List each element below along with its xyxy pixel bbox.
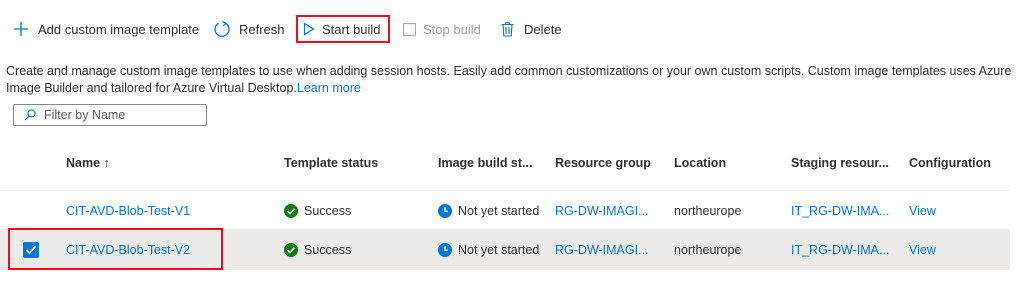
view-configuration-link[interactable]: View	[909, 191, 936, 231]
stop-build-label: Stop build	[423, 21, 481, 37]
column-header-image-build-status[interactable]: Image build st...	[438, 156, 532, 176]
template-status-text: Success	[304, 243, 352, 257]
column-header-name[interactable]: Name ↑	[66, 156, 110, 176]
image-build-status-cell: Not yet started	[438, 191, 539, 231]
refresh-icon	[213, 20, 231, 38]
add-custom-image-template-label: Add custom image template	[38, 21, 200, 37]
refresh-label: Refresh	[239, 21, 285, 37]
delete-label: Delete	[524, 21, 562, 37]
add-custom-image-template-button[interactable]: Add custom image template	[13, 16, 199, 42]
column-header-resource-group[interactable]: Resource group	[555, 156, 651, 176]
selected-row-highlight	[8, 228, 223, 270]
success-check-icon	[284, 204, 298, 218]
resource-group-link[interactable]: RG-DW-IMAGI...	[555, 191, 649, 231]
location-cell: northeurope	[674, 243, 742, 257]
page-description: Create and manage custom image templates…	[6, 63, 1016, 97]
staging-resource-link[interactable]: IT_RG-DW-IMA...	[791, 191, 889, 231]
description-text: Create and manage custom image templates…	[6, 64, 1012, 95]
delete-button[interactable]: Delete	[501, 16, 562, 42]
column-header-location[interactable]: Location	[674, 156, 726, 176]
table-row[interactable]: CIT-AVD-Blob-Test-V1 Success Not yet sta…	[0, 190, 1010, 230]
image-build-status-cell: Not yet started	[438, 230, 539, 270]
learn-more-link[interactable]: Learn more	[297, 81, 361, 95]
plus-icon	[13, 21, 29, 37]
template-status-cell: Success	[284, 230, 351, 270]
view-configuration-link[interactable]: View	[909, 230, 936, 270]
filter-box	[13, 104, 207, 126]
template-name-link[interactable]: CIT-AVD-Blob-Test-V1	[66, 191, 190, 231]
image-build-status-text: Not yet started	[458, 243, 540, 257]
start-build-highlight	[296, 15, 390, 43]
trash-icon	[501, 21, 514, 37]
success-check-icon	[284, 243, 298, 257]
refresh-button[interactable]: Refresh	[213, 16, 285, 42]
clock-icon	[438, 204, 452, 218]
filter-by-name-input[interactable]	[44, 108, 204, 122]
resource-group-link[interactable]: RG-DW-IMAGI...	[555, 230, 649, 270]
column-header-staging-resource[interactable]: Staging resour...	[791, 156, 889, 176]
template-status-text: Success	[304, 204, 352, 218]
template-status-cell: Success	[284, 191, 351, 231]
stop-icon	[403, 22, 416, 36]
location-cell: northeurope	[674, 204, 742, 218]
command-bar: Add custom image template Refresh Start …	[0, 16, 1024, 42]
staging-resource-link[interactable]: IT_RG-DW-IMA...	[791, 230, 889, 270]
search-icon	[24, 109, 36, 121]
image-build-status-text: Not yet started	[458, 204, 540, 218]
column-header-configuration[interactable]: Configuration	[909, 156, 991, 176]
stop-build-button[interactable]: Stop build	[403, 16, 481, 42]
column-header-template-status[interactable]: Template status	[284, 156, 378, 176]
clock-icon	[438, 243, 452, 257]
